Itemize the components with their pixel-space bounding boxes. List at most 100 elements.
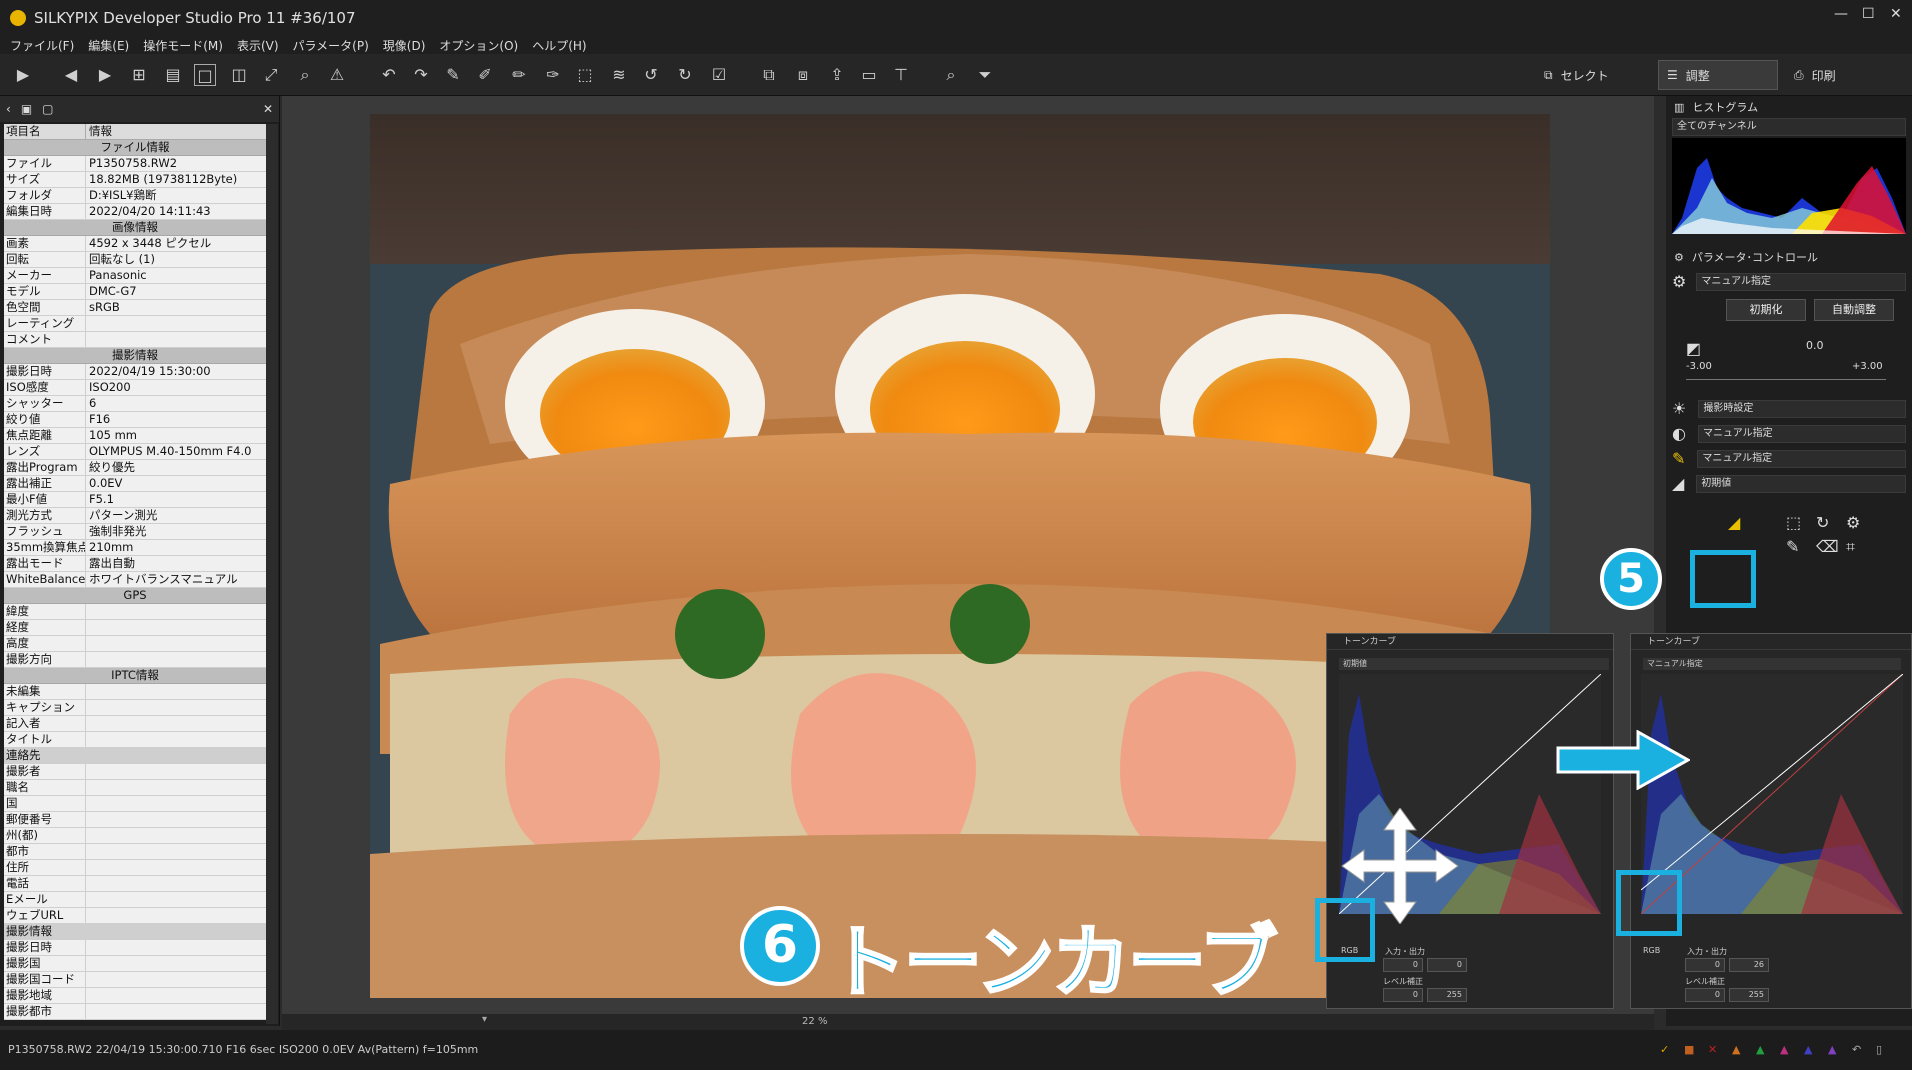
info-row[interactable]: レンズ OLYMPUS M.40-150mm F4.0 bbox=[4, 444, 266, 460]
info-row[interactable]: 撮影地域 bbox=[4, 988, 266, 1004]
eraser-icon[interactable]: ⌫ bbox=[1816, 537, 1839, 556]
prev-icon[interactable]: ◀ bbox=[60, 64, 82, 86]
histogram-channel-select[interactable]: 全てのチャンネル bbox=[1672, 118, 1906, 136]
tone-curve-channel-2[interactable]: RGB bbox=[1643, 946, 1660, 955]
mode-select-button[interactable]: ⧉ セレクト bbox=[1536, 60, 1646, 90]
mode-adjust-button[interactable]: ☰ 調整 bbox=[1658, 60, 1778, 90]
lens-icon[interactable]: ⬚ bbox=[1786, 513, 1801, 532]
reset-button[interactable]: 初期化 bbox=[1726, 299, 1806, 321]
input-field-2[interactable]: 0 bbox=[1685, 958, 1725, 972]
info-row[interactable]: 経度 bbox=[4, 620, 266, 636]
apply-param-icon[interactable]: ✑ bbox=[542, 64, 564, 86]
info-row[interactable]: コメント bbox=[4, 332, 266, 348]
monitor-icon[interactable]: ▭ bbox=[858, 64, 880, 86]
mark-icon[interactable]: ☑ bbox=[708, 64, 730, 86]
menu-view[interactable]: 表示(V) bbox=[237, 37, 279, 54]
collapse-left-icon[interactable]: ‹ bbox=[6, 102, 11, 116]
info-row[interactable]: 画素 4592 x 3448 ピクセル bbox=[4, 236, 266, 252]
contrast-select[interactable]: マニュアル指定 bbox=[1697, 424, 1906, 443]
tone-curve-preset[interactable]: 初期値 bbox=[1339, 658, 1609, 670]
single-view-icon[interactable]: □ bbox=[194, 64, 216, 86]
tag-orange-icon[interactable]: ▲ bbox=[1732, 1030, 1740, 1070]
info-row[interactable]: 絞り値 F16 bbox=[4, 412, 266, 428]
warning-icon[interactable]: ⚠ bbox=[326, 64, 348, 86]
rotate-tool-icon[interactable]: ↻ bbox=[1816, 513, 1829, 532]
layers-icon[interactable]: ≋ bbox=[608, 64, 630, 86]
info-row[interactable]: キャプション bbox=[4, 700, 266, 716]
color-select[interactable]: マニュアル指定 bbox=[1697, 449, 1906, 468]
info-row[interactable]: 未編集 bbox=[4, 684, 266, 700]
exposure-slider[interactable] bbox=[1686, 379, 1886, 380]
info-row[interactable]: Eメール bbox=[4, 892, 266, 908]
info-row[interactable]: ISO感度 ISO200 bbox=[4, 380, 266, 396]
info-row[interactable]: ウェブURL bbox=[4, 908, 266, 924]
level-high-field[interactable]: 255 bbox=[1427, 988, 1467, 1002]
info-row[interactable]: フォルダ D:¥ISL¥鶏断 bbox=[4, 188, 266, 204]
info-row[interactable]: 測光方式 パターン測光 bbox=[4, 508, 266, 524]
folder-icon[interactable]: ■ bbox=[1684, 1030, 1694, 1070]
folder-tab-icon[interactable]: ▢ bbox=[42, 102, 53, 116]
taste-select[interactable]: マニュアル指定 bbox=[1696, 272, 1906, 291]
info-row[interactable]: 撮影国 bbox=[4, 956, 266, 972]
info-row[interactable]: 郵便番号 bbox=[4, 812, 266, 828]
export-icon[interactable]: ⇪ bbox=[826, 64, 848, 86]
copy-param-icon[interactable]: ✎ bbox=[442, 64, 464, 86]
brush-icon[interactable]: ✎ bbox=[1786, 537, 1799, 556]
scroll-marker-icon[interactable]: ▾ bbox=[482, 1014, 487, 1025]
crop-icon[interactable]: ⌗ bbox=[1846, 537, 1855, 557]
wb-select[interactable]: 撮影時設定 bbox=[1698, 399, 1906, 418]
info-row[interactable]: 色空間 sRGB bbox=[4, 300, 266, 316]
redo-icon[interactable]: ↷ bbox=[410, 64, 432, 86]
info-row[interactable]: 緯度 bbox=[4, 604, 266, 620]
info-row[interactable]: 露出モード 露出自動 bbox=[4, 556, 266, 572]
input-field[interactable]: 0 bbox=[1383, 958, 1423, 972]
minimize-icon[interactable]: — bbox=[1834, 6, 1848, 22]
info-row[interactable]: 撮影情報 bbox=[4, 924, 266, 940]
search-icon[interactable]: ⌕ bbox=[940, 64, 962, 86]
info-row[interactable]: 職名 bbox=[4, 780, 266, 796]
menu-mode[interactable]: 操作モード(M) bbox=[143, 37, 223, 54]
undo-icon[interactable]: ↶ bbox=[378, 64, 400, 86]
info-row[interactable]: 露出Program 絞り優先 bbox=[4, 460, 266, 476]
info-row[interactable]: 編集日時 2022/04/20 14:11:43 bbox=[4, 204, 266, 220]
info-row[interactable]: 都市 bbox=[4, 844, 266, 860]
edit-param-icon[interactable]: ✏ bbox=[508, 64, 530, 86]
info-row[interactable]: 州(都) bbox=[4, 828, 266, 844]
info-row[interactable]: 撮影日時 bbox=[4, 940, 266, 956]
output-field[interactable]: 0 bbox=[1427, 958, 1467, 972]
level-low-field-2[interactable]: 0 bbox=[1685, 988, 1725, 1002]
grid-view-icon[interactable]: ⊞ bbox=[128, 64, 150, 86]
fullscreen-icon[interactable]: ⤢ bbox=[260, 64, 282, 86]
exposure-value[interactable]: 0.0 bbox=[1806, 339, 1824, 352]
info-row[interactable]: メーカー Panasonic bbox=[4, 268, 266, 284]
menu-develop[interactable]: 現像(D) bbox=[383, 37, 426, 54]
reject-icon[interactable]: ✕ bbox=[1708, 1030, 1717, 1070]
tag-green-icon[interactable]: ▲ bbox=[1756, 1030, 1764, 1070]
info-row[interactable]: 連絡先 bbox=[4, 748, 266, 764]
paste-param-icon[interactable]: ✐ bbox=[474, 64, 496, 86]
level-high-field-2[interactable]: 255 bbox=[1729, 988, 1769, 1002]
menu-edit[interactable]: 編集(E) bbox=[88, 37, 129, 54]
info-row[interactable]: レーティング bbox=[4, 316, 266, 332]
info-row[interactable]: 撮影方向 bbox=[4, 652, 266, 668]
zoom-value[interactable]: 22 bbox=[802, 1016, 815, 1027]
zoom-icon[interactable]: ⌕ bbox=[294, 64, 316, 86]
tool-icon[interactable]: ⊤ bbox=[890, 64, 912, 86]
info-row[interactable]: 住所 bbox=[4, 860, 266, 876]
filmstrip-icon[interactable]: ▤ bbox=[162, 64, 184, 86]
menu-option[interactable]: オプション(O) bbox=[439, 37, 518, 54]
info-row[interactable]: モデル DMC-G7 bbox=[4, 284, 266, 300]
taste-gear-icon[interactable]: ⚙ bbox=[1672, 272, 1686, 291]
sharp-select[interactable]: 初期値 bbox=[1696, 474, 1906, 493]
info-row[interactable]: フラッシュ 強制非発光 bbox=[4, 524, 266, 540]
menu-parameter[interactable]: パラメータ(P) bbox=[293, 37, 369, 54]
tag-pink-icon[interactable]: ▲ bbox=[1780, 1030, 1788, 1070]
panel-close-icon[interactable]: ✕ bbox=[263, 102, 273, 116]
maximize-icon[interactable]: ☐ bbox=[1862, 6, 1875, 22]
info-row[interactable]: WhiteBalance ホワイトバランスマニュアル bbox=[4, 572, 266, 588]
info-row[interactable]: 回転 回転なし (1) bbox=[4, 252, 266, 268]
settings-tool-icon[interactable]: ⚙ bbox=[1846, 513, 1860, 532]
mode-print-button[interactable]: ⎙ 印刷 bbox=[1786, 60, 1896, 90]
tone-curve-preset-2[interactable]: マニュアル指定 bbox=[1643, 658, 1901, 670]
undo-mark-icon[interactable]: ↶ bbox=[1852, 1030, 1861, 1070]
